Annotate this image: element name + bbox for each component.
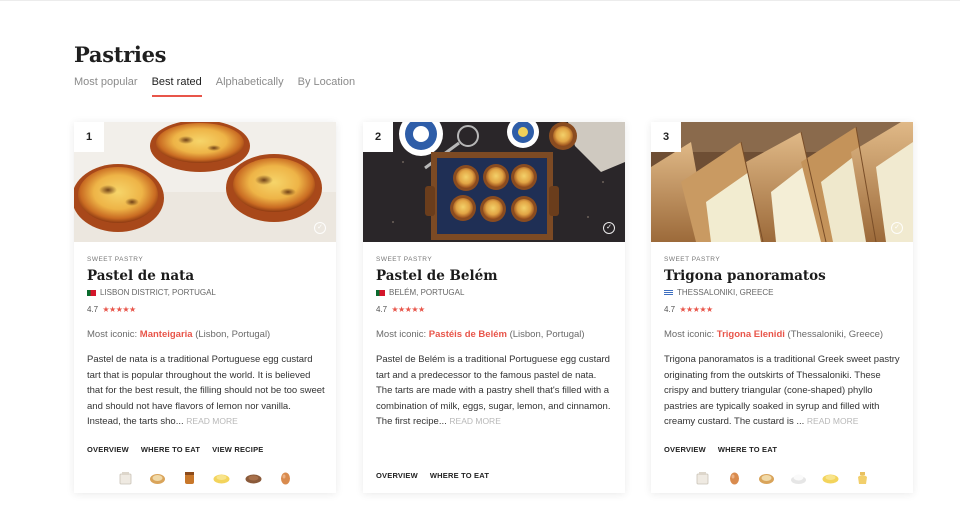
iconic-place-link[interactable]: Pastéis de Belém (429, 329, 507, 340)
sugar-icon[interactable] (694, 471, 711, 485)
check-icon[interactable]: ✓ (314, 222, 326, 234)
card-content: SWEET PASTRY Pastel de nata LISBON DISTR… (87, 256, 325, 430)
dish-rating: 4.7 ★★★★★ (664, 305, 902, 316)
bread-icon[interactable] (149, 471, 166, 485)
dish-image[interactable]: 3 ✓ (651, 122, 913, 242)
tab-most-popular[interactable]: Most popular (74, 75, 138, 97)
bread-icon[interactable] (758, 471, 775, 485)
dish-description: Trigona panoramatos is a traditional Gre… (664, 352, 902, 430)
trigona-panoramatos-photo (651, 122, 913, 242)
view-recipe-link[interactable]: VIEW RECIPE (212, 445, 263, 454)
location-label: THESSALONIKI, GREECE (677, 288, 774, 297)
dish-name[interactable]: Trigona panoramatos (664, 268, 902, 286)
overview-link[interactable]: OVERVIEW (664, 445, 706, 454)
dish-card-trigona-panoramatos: 3 ✓ SWEET PASTRY Trigona panoramatos THE… (651, 122, 913, 493)
star-rating-icon: ★★★★★ (679, 305, 713, 314)
iconic-place-link[interactable]: Manteigaria (140, 329, 193, 340)
dish-category: SWEET PASTRY (664, 256, 721, 263)
ingredients-row (651, 471, 913, 487)
most-iconic-label: Most iconic: (664, 329, 717, 340)
location-label: LISBON DISTRICT, PORTUGAL (100, 288, 216, 297)
honey-jar-icon[interactable] (181, 471, 198, 485)
top-divider (0, 0, 960, 1)
pastel-de-nata-photo (74, 122, 336, 242)
card-content: SWEET PASTRY Trigona panoramatos THESSAL… (664, 256, 902, 430)
iconic-place-location: (Lisbon, Portugal) (192, 329, 271, 340)
card-links: OVERVIEW WHERE TO EAT VIEW RECIPE (87, 445, 275, 454)
page-title: Pastries (74, 42, 167, 67)
sort-tabs: Most popular Best rated Alphabetically B… (74, 75, 369, 97)
syrup-icon[interactable] (854, 471, 871, 485)
pastel-de-belem-photo (363, 122, 625, 242)
most-iconic-label: Most iconic: (87, 329, 140, 340)
dish-card-pastel-de-belem: 2 ✓ SWEET PASTRY Pastel de Belém BELÉM, … (363, 122, 625, 493)
butter-icon[interactable] (213, 471, 230, 485)
portugal-flag-icon (376, 289, 385, 296)
dish-description: Pastel de nata is a traditional Portugue… (87, 352, 325, 430)
rank-badge: 2 (363, 122, 393, 152)
tab-by-location[interactable]: By Location (298, 75, 355, 97)
most-iconic: Most iconic: Trigona Elenidi (Thessaloni… (664, 329, 902, 342)
where-to-eat-link[interactable]: WHERE TO EAT (718, 445, 777, 454)
chocolate-icon[interactable] (245, 471, 262, 485)
card-content: SWEET PASTRY Pastel de Belém BELÉM, PORT… (376, 256, 614, 430)
dish-location[interactable]: BELÉM, PORTUGAL (376, 287, 614, 298)
read-more-link[interactable]: READ MORE (807, 416, 858, 426)
most-iconic-label: Most iconic: (376, 329, 429, 340)
rank-badge: 1 (74, 122, 104, 152)
iconic-place-location: (Thessaloniki, Greece) (784, 329, 884, 340)
location-label: BELÉM, PORTUGAL (389, 288, 465, 297)
star-rating-icon: ★★★★★ (391, 305, 425, 314)
flour-bowl-icon[interactable] (790, 471, 807, 485)
dish-description: Pastel de Belém is a traditional Portugu… (376, 352, 614, 430)
rating-value: 4.7 (376, 305, 388, 314)
check-icon[interactable]: ✓ (603, 222, 615, 234)
star-rating-icon: ★★★★★ (102, 305, 136, 314)
dish-card-pastel-de-nata: 1 ✓ SWEET PASTRY Pastel de nata LISBON D… (74, 122, 336, 493)
iconic-place-location: (Lisbon, Portugal) (506, 329, 585, 340)
dish-image[interactable]: 1 ✓ (74, 122, 336, 242)
butter-icon[interactable] (822, 471, 839, 485)
description-text: Trigona panoramatos is a traditional Gre… (664, 354, 900, 427)
read-more-link[interactable]: READ MORE (449, 416, 500, 426)
sugar-icon[interactable] (117, 471, 134, 485)
check-icon[interactable]: ✓ (891, 222, 903, 234)
dish-category: SWEET PASTRY (376, 256, 433, 263)
most-iconic: Most iconic: Pastéis de Belém (Lisbon, P… (376, 329, 614, 342)
card-links: OVERVIEW WHERE TO EAT (664, 445, 789, 454)
dish-category: SWEET PASTRY (87, 256, 144, 263)
dish-location[interactable]: THESSALONIKI, GREECE (664, 287, 902, 298)
tab-best-rated[interactable]: Best rated (151, 75, 202, 97)
rank-badge: 3 (651, 122, 681, 152)
ingredients-row (74, 471, 336, 487)
egg-icon[interactable] (277, 471, 294, 485)
portugal-flag-icon (87, 289, 96, 296)
overview-link[interactable]: OVERVIEW (87, 445, 129, 454)
most-iconic: Most iconic: Manteigaria (Lisbon, Portug… (87, 329, 325, 342)
tab-alphabetically[interactable]: Alphabetically (216, 75, 284, 97)
dish-rating: 4.7 ★★★★★ (87, 305, 325, 316)
rating-value: 4.7 (87, 305, 99, 314)
dish-image[interactable]: 2 ✓ (363, 122, 625, 242)
where-to-eat-link[interactable]: WHERE TO EAT (430, 471, 489, 480)
dish-name[interactable]: Pastel de nata (87, 268, 325, 286)
rating-value: 4.7 (664, 305, 676, 314)
dish-name[interactable]: Pastel de Belém (376, 268, 614, 286)
dish-rating: 4.7 ★★★★★ (376, 305, 614, 316)
where-to-eat-link[interactable]: WHERE TO EAT (141, 445, 200, 454)
card-links: OVERVIEW WHERE TO EAT (376, 471, 501, 480)
overview-link[interactable]: OVERVIEW (376, 471, 418, 480)
greece-flag-icon (664, 289, 673, 296)
dish-location[interactable]: LISBON DISTRICT, PORTUGAL (87, 287, 325, 298)
read-more-link[interactable]: READ MORE (186, 416, 237, 426)
egg-icon[interactable] (726, 471, 743, 485)
iconic-place-link[interactable]: Trigona Elenidi (717, 329, 785, 340)
